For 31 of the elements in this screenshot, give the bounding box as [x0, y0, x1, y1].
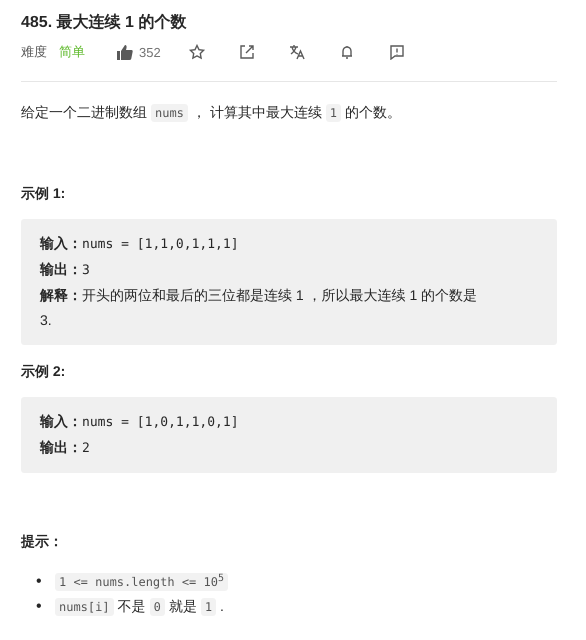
description-text: ， 计算其中最大连续 — [192, 104, 322, 120]
description-text: 的个数。 — [345, 104, 402, 120]
example-line: 输出：2 — [40, 438, 91, 458]
difficulty-value: 简单 — [59, 43, 85, 61]
feedback-icon[interactable] — [388, 44, 405, 60]
inline-code: 0 — [150, 598, 165, 616]
bullet: • — [36, 572, 43, 592]
example-line: 输入：nums = [1,1,0,1,1,1] — [40, 234, 240, 254]
like-count: 352 — [139, 44, 161, 60]
inline-code: 1 <= nums.length <= 10$^{5}$ — [55, 573, 228, 591]
example-line: 输入：nums = [1,0,1,1,0,1] — [40, 412, 240, 432]
thumbs-up-icon[interactable] — [117, 44, 133, 60]
inline-code: nums[i] — [55, 598, 114, 616]
example-heading: 示例 1: — [21, 185, 66, 203]
description-text: 不是 — [118, 598, 146, 614]
difficulty-label: 难度 — [21, 43, 47, 61]
bullet: • — [36, 597, 43, 617]
problem-title: 485. 最大连续 1 的个数 — [21, 12, 188, 33]
example-line: 解释：开头的两位和最后的三位都是连续 1 ，所以最大连续 1 的个数是 3. — [40, 286, 478, 330]
translate-icon[interactable] — [288, 44, 305, 60]
example-heading: 示例 2: — [21, 363, 66, 381]
star-icon[interactable] — [188, 44, 205, 60]
hints-heading: 提示： — [21, 533, 64, 551]
inline-code: 1 — [326, 104, 342, 122]
inline-code: 1 — [200, 598, 216, 616]
share-icon[interactable] — [238, 44, 255, 60]
description-text: . — [220, 598, 224, 614]
description-text: 就是 — [168, 598, 197, 614]
example-line: 输出：3 — [40, 260, 91, 280]
description-text: 给定一个二进制数组 — [21, 104, 147, 120]
inline-code: nums — [151, 104, 188, 122]
